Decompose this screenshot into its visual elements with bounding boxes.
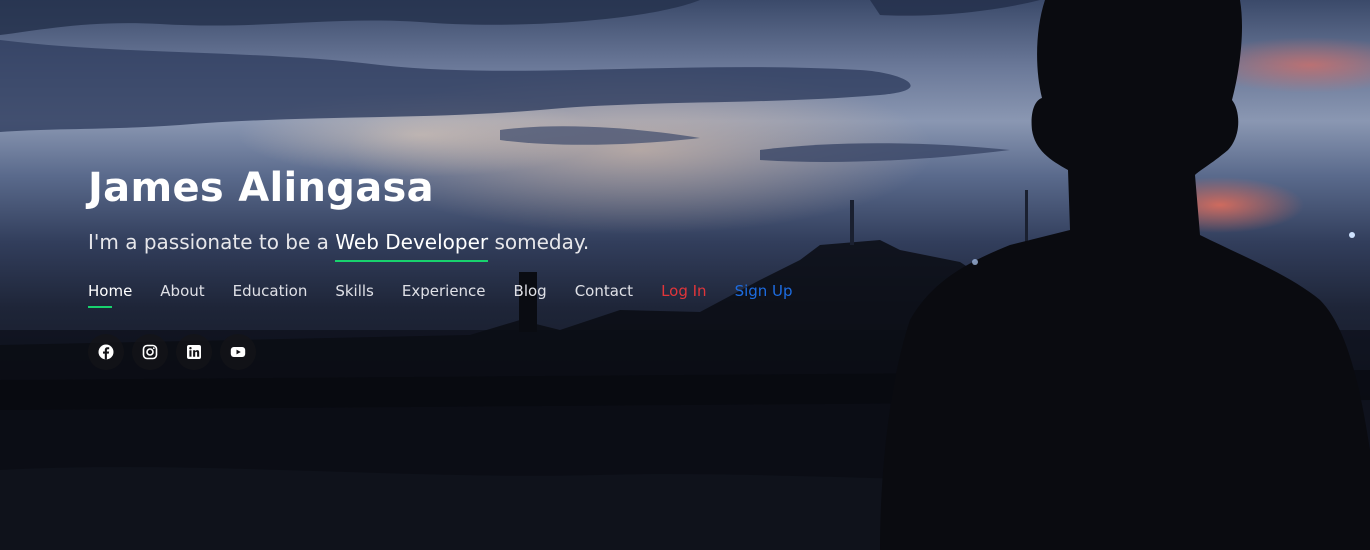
facebook-icon (98, 344, 114, 360)
nav-contact[interactable]: Contact (575, 282, 633, 308)
hero-content: James Alingasa I'm a passionate to be a … (88, 160, 821, 370)
hero-section: James Alingasa I'm a passionate to be a … (0, 0, 1370, 550)
tagline-prefix: I'm a passionate to be a (88, 230, 336, 254)
instagram-link[interactable] (132, 334, 168, 370)
facebook-link[interactable] (88, 334, 124, 370)
youtube-icon (230, 344, 246, 360)
linkedin-icon (186, 344, 202, 360)
linkedin-link[interactable] (176, 334, 212, 370)
youtube-link[interactable] (220, 334, 256, 370)
nav-education[interactable]: Education (233, 282, 308, 308)
tagline-suffix: someday. (488, 230, 590, 254)
nav-experience[interactable]: Experience (402, 282, 486, 308)
nav-about[interactable]: About (160, 282, 204, 308)
tagline-highlight: Web Developer (335, 230, 489, 262)
nav-signup[interactable]: Sign Up (735, 282, 793, 308)
social-links (88, 334, 821, 370)
nav-skills[interactable]: Skills (335, 282, 374, 308)
nav-login[interactable]: Log In (661, 282, 707, 308)
hero-name: James Alingasa (88, 165, 434, 211)
main-nav: Home About Education Skills Experience B… (88, 282, 821, 308)
hero-tagline: I'm a passionate to be a Web Developer s… (88, 228, 821, 262)
instagram-icon (142, 344, 158, 360)
nav-blog[interactable]: Blog (514, 282, 547, 308)
nav-home[interactable]: Home (88, 282, 132, 308)
